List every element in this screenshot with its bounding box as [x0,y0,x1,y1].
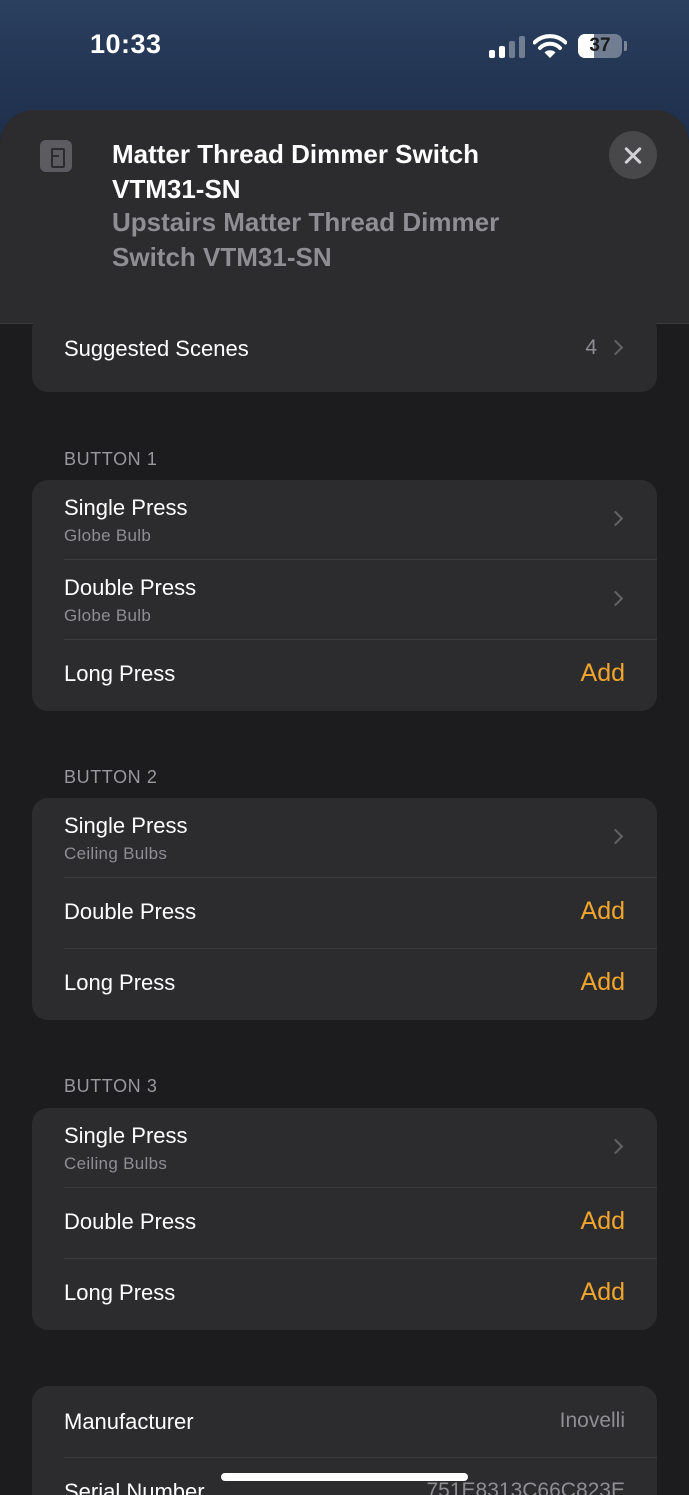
suggested-scenes-group: Suggested Scenes 4 [32,314,657,392]
button-2-group: Single Press Ceiling Bulbs Double Press … [32,798,657,1020]
row-sublabel: Ceiling Bulbs [64,844,168,863]
button-1-long-press-row: Long Press Add [32,639,657,711]
home-indicator[interactable] [221,1473,468,1481]
row-label: Single Press [64,1123,188,1148]
row-label: Double Press [64,575,197,600]
chevron-right-icon [607,339,624,356]
row-sublabel: Globe Bulb [64,526,152,545]
battery-icon: 37 [578,34,622,58]
screen: 10:33 37 Matter Thread Dimmer Switch VTM… [0,0,689,1495]
manufacturer-label: Manufacturer [64,1409,194,1434]
button-1-group: Single Press Globe Bulb Double Press Glo… [32,480,657,711]
add-button[interactable]: Add [581,1278,625,1307]
button-2-double-press-row: Double Press Add [32,877,657,948]
button-3-group: Single Press Ceiling Bulbs Double Press … [32,1108,657,1330]
button-3-single-press-row[interactable]: Single Press Ceiling Bulbs [32,1108,657,1187]
chevron-right-icon [607,510,624,527]
button-3-double-press-row: Double Press Add [32,1187,657,1258]
add-button[interactable]: Add [581,897,625,926]
suggested-scenes-row[interactable]: Suggested Scenes 4 [32,314,657,392]
device-room-subtitle: Upstairs Matter Thread Dimmer Switch VTM… [112,207,500,272]
row-label: Double Press [64,899,197,924]
battery-cap [624,41,627,51]
button-2-single-press-row[interactable]: Single Press Ceiling Bulbs [32,798,657,877]
status-bar: 10:33 37 [0,0,689,95]
button-2-long-press-row: Long Press Add [32,948,657,1020]
add-button[interactable]: Add [581,659,625,688]
add-button[interactable]: Add [581,968,625,997]
row-label: Double Press [64,1209,197,1234]
row-sublabel: Ceiling Bulbs [64,1154,168,1173]
light-switch-icon [40,140,72,172]
chevron-right-icon [607,1138,624,1155]
button-1-single-press-row[interactable]: Single Press Globe Bulb [32,480,657,559]
button-3-long-press-row: Long Press Add [32,1258,657,1330]
suggested-scenes-count: 4 [585,336,597,359]
cellular-signal-icon [489,36,525,58]
section-title-button-3: BUTTON 3 [64,1076,158,1096]
wifi-icon [533,34,567,58]
status-time: 10:33 [90,29,162,59]
sheet-header: Matter Thread Dimmer Switch VTM31-SN Ups… [0,110,689,324]
manufacturer-row: Manufacturer Inovelli [32,1386,657,1457]
row-label: Single Press [64,495,188,520]
suggested-scenes-label: Suggested Scenes [64,336,249,361]
add-button[interactable]: Add [581,1207,625,1236]
chevron-right-icon [607,828,624,845]
section-title-button-2: BUTTON 2 [64,767,158,787]
serial-number-label: Serial Number [64,1479,205,1495]
manufacturer-value: Inovelli [559,1409,625,1432]
row-label: Long Press [64,970,176,995]
device-title: Matter Thread Dimmer Switch VTM31-SN [112,139,479,204]
row-sublabel: Globe Bulb [64,606,152,625]
battery-percentage: 37 [589,35,611,56]
button-1-double-press-row[interactable]: Double Press Globe Bulb [32,559,657,639]
serial-number-value: 751E8313C66C823E [426,1479,626,1495]
section-title-button-1: BUTTON 1 [64,449,158,469]
row-label: Single Press [64,813,188,838]
close-button[interactable] [609,131,657,179]
row-label: Long Press [64,661,176,686]
row-label: Long Press [64,1280,176,1305]
chevron-right-icon [607,590,624,607]
